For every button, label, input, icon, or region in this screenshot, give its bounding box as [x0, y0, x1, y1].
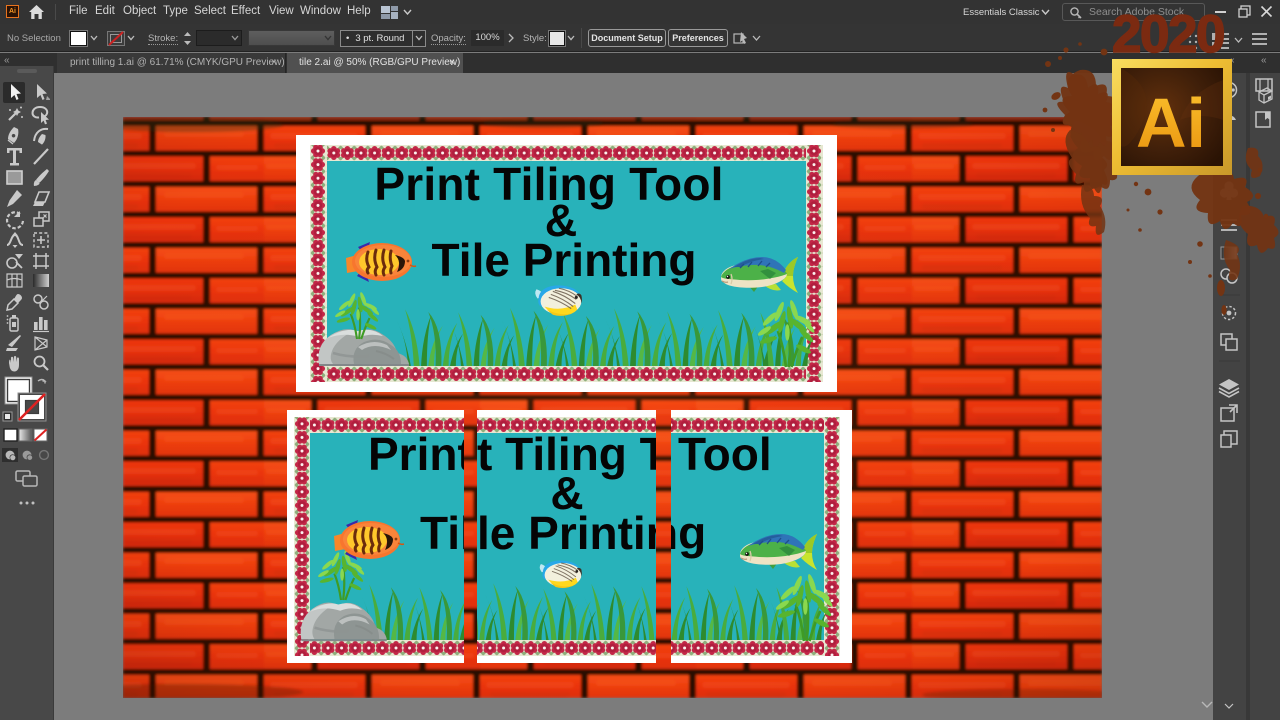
svg-text:2020: 2020	[1112, 5, 1224, 64]
svg-text:Print: Print	[368, 428, 473, 480]
svg-text:Ai: Ai	[1136, 84, 1206, 162]
svg-text:Tile Printing: Tile Printing	[432, 234, 697, 286]
svg-text:Tool: Tool	[678, 428, 772, 480]
